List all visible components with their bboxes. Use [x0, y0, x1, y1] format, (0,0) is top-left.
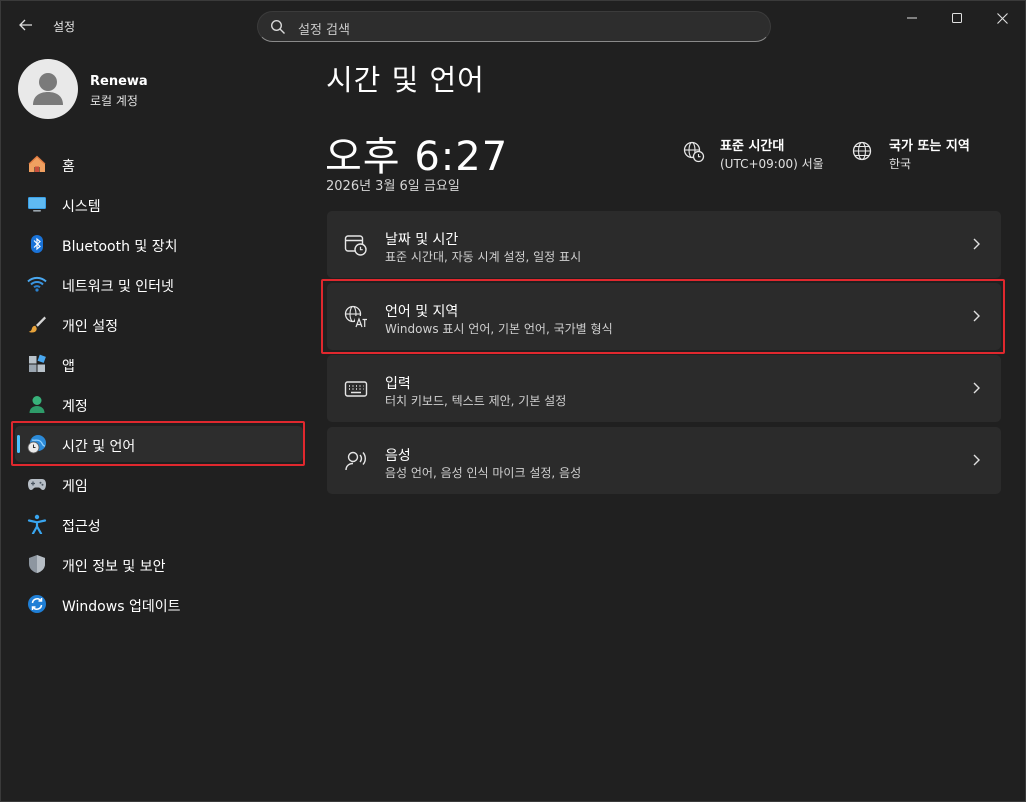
search-icon	[270, 19, 285, 34]
language-icon	[344, 305, 367, 328]
chevron-right-icon	[973, 382, 980, 394]
wifi-icon	[27, 276, 47, 292]
maximize-button[interactable]	[934, 1, 980, 35]
sidebar-item-gaming[interactable]: 게임	[15, 466, 303, 502]
current-date: 2026년 3월 6일 금요일	[326, 179, 460, 194]
sidebar-item-label: Windows 업데이트	[62, 599, 181, 615]
typing-card[interactable]: 입력 터치 키보드, 텍스트 제안, 기본 설정	[327, 355, 1001, 422]
speech-card[interactable]: 음성 음성 언어, 음성 인식 마이크 설정, 음성	[327, 427, 1001, 494]
account-type: 로컬 계정	[90, 94, 138, 108]
language-region-card[interactable]: 언어 및 지역 Windows 표시 언어, 기본 언어, 국가별 형식	[327, 283, 1001, 350]
globe-icon	[852, 141, 872, 161]
search-input[interactable]: 설정 검색	[257, 11, 771, 42]
sidebar-item-windows-update[interactable]: Windows 업데이트	[15, 586, 303, 622]
chevron-right-icon	[973, 310, 980, 322]
sidebar-item-bluetooth[interactable]: Bluetooth 및 장치	[15, 226, 303, 262]
keyboard-icon	[344, 381, 368, 397]
chevron-right-icon	[973, 454, 980, 466]
search-placeholder: 설정 검색	[298, 23, 350, 38]
maximize-icon	[952, 13, 962, 23]
bluetooth-icon	[31, 235, 43, 253]
sidebar-item-label: 게임	[62, 479, 88, 495]
sidebar-item-label: 앱	[62, 359, 75, 375]
card-title: 언어 및 지역	[385, 304, 459, 320]
sidebar-item-label: 네트워크 및 인터넷	[62, 279, 174, 295]
sidebar-item-personalization[interactable]: 개인 설정	[15, 306, 303, 342]
sidebar-item-label: 홈	[62, 159, 75, 175]
current-time: 오후 6:27	[325, 134, 509, 180]
date-time-card[interactable]: 날짜 및 시간 표준 시간대, 자동 시계 설정, 일정 표시	[327, 211, 1001, 278]
sidebar-item-system[interactable]: 시스템	[15, 186, 303, 222]
update-icon	[28, 595, 46, 613]
back-arrow-icon	[19, 19, 32, 31]
sidebar-item-label: 개인 정보 및 보안	[62, 559, 166, 575]
speech-icon	[345, 451, 366, 471]
card-subtitle: 표준 시간대, 자동 시계 설정, 일정 표시	[385, 250, 582, 264]
app-title: 설정	[53, 20, 76, 34]
chevron-right-icon	[973, 238, 980, 250]
card-subtitle: Windows 표시 언어, 기본 언어, 국가별 형식	[385, 322, 613, 336]
page-title: 시간 및 언어	[326, 63, 485, 97]
brush-icon	[28, 316, 46, 333]
sidebar-item-accounts[interactable]: 계정	[15, 386, 303, 422]
card-title: 음성	[385, 448, 411, 464]
calendar-clock-icon	[344, 235, 367, 256]
sidebar-item-label: 개인 설정	[62, 319, 118, 335]
account-icon	[29, 396, 45, 413]
card-subtitle: 터치 키보드, 텍스트 제안, 기본 설정	[385, 394, 567, 408]
timezone-value: (UTC+09:00) 서울	[720, 157, 824, 171]
sidebar-item-label: 계정	[62, 399, 88, 415]
avatar[interactable]	[18, 59, 78, 119]
close-button[interactable]	[979, 1, 1025, 35]
back-button[interactable]	[9, 11, 43, 39]
card-title: 입력	[385, 376, 411, 392]
sidebar-item-home[interactable]: 홈	[15, 146, 303, 182]
sidebar-item-accessibility[interactable]: 접근성	[15, 506, 303, 542]
region-value: 한국	[889, 157, 912, 171]
home-icon	[28, 155, 46, 172]
globe-clock-icon	[683, 141, 705, 163]
sidebar-item-label: 접근성	[62, 519, 101, 535]
time-language-icon	[27, 435, 46, 454]
sidebar-item-time-language[interactable]: 시간 및 언어	[15, 426, 303, 462]
sidebar-item-privacy-security[interactable]: 개인 정보 및 보안	[15, 546, 303, 582]
accessibility-icon	[27, 514, 47, 534]
title-bar: 설정 설정 검색	[1, 1, 1025, 49]
timezone-title: 표준 시간대	[720, 139, 785, 154]
settings-window: 설정 설정 검색 Renewa 로컬 계정 홈 시스템 Bluetooth 및 …	[0, 0, 1026, 802]
user-silhouette-icon	[33, 73, 63, 105]
sidebar-item-label: 시간 및 언어	[62, 439, 136, 455]
gamepad-icon	[28, 479, 46, 490]
system-icon	[28, 197, 46, 212]
user-name: Renewa	[90, 74, 148, 89]
card-title: 날짜 및 시간	[385, 232, 459, 248]
sidebar-item-label: 시스템	[62, 199, 101, 215]
region-title: 국가 또는 지역	[889, 139, 970, 154]
shield-icon	[29, 555, 45, 573]
sidebar-item-apps[interactable]: 앱	[15, 346, 303, 382]
sidebar-item-label: Bluetooth 및 장치	[62, 239, 178, 255]
apps-icon	[29, 354, 46, 372]
card-subtitle: 음성 언어, 음성 인식 마이크 설정, 음성	[385, 466, 582, 480]
selection-indicator	[17, 435, 20, 453]
close-icon	[996, 12, 1008, 24]
minimize-icon	[907, 17, 917, 19]
sidebar-item-network[interactable]: 네트워크 및 인터넷	[15, 266, 303, 302]
minimize-button[interactable]	[889, 1, 935, 35]
